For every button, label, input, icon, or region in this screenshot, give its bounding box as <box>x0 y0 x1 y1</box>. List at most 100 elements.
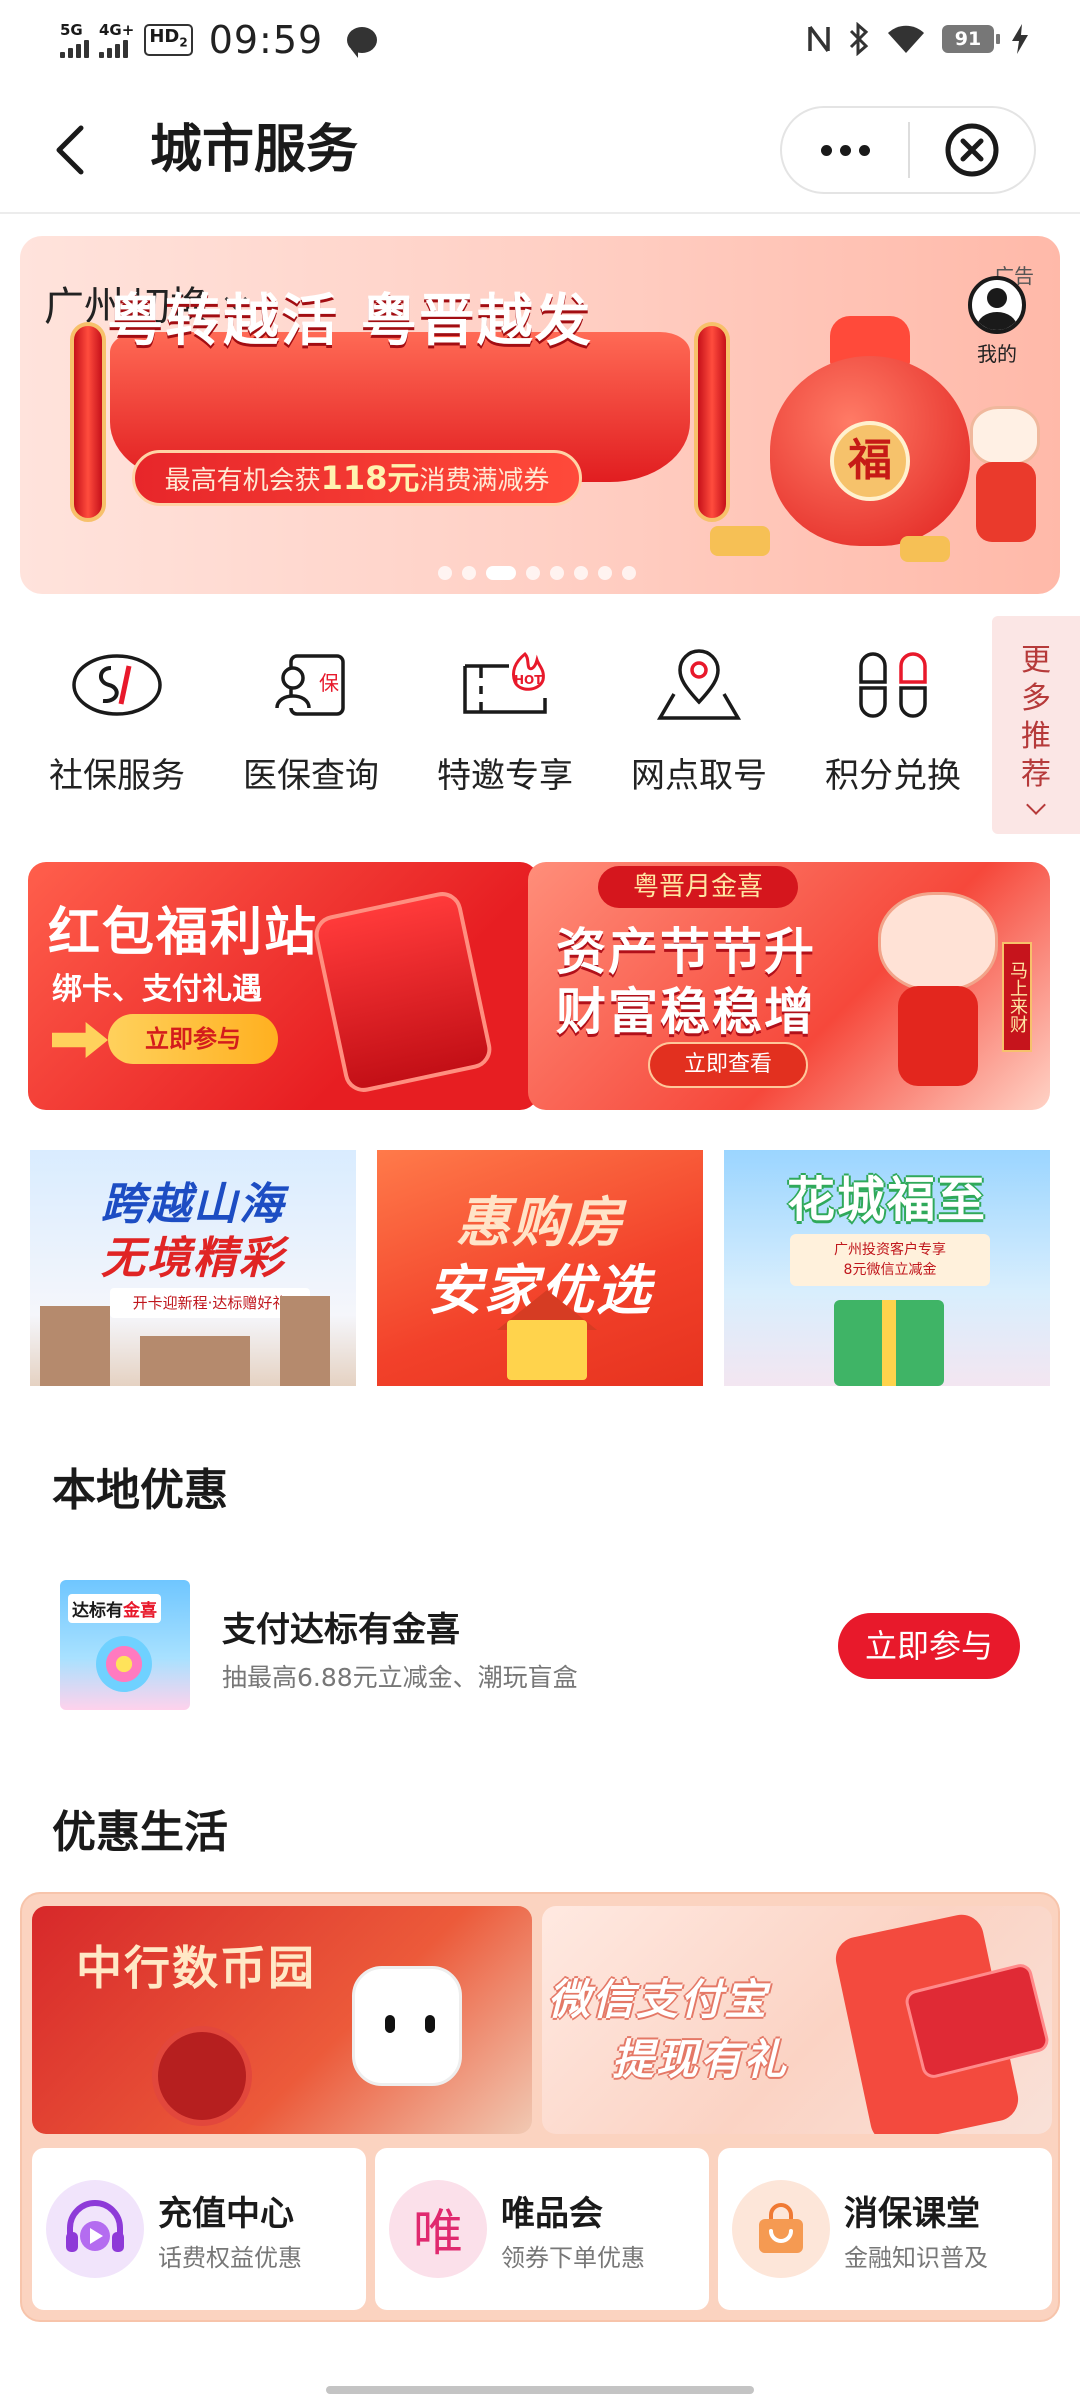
banner-digital-currency-park[interactable]: 中行数币园 <box>32 1906 532 2134</box>
hd-voice-icon: HD2 <box>144 24 193 56</box>
tile-home-purchase[interactable]: 惠购房 安家优选 <box>377 1150 703 1386</box>
life-benefits-card: 中行数币园 微信支付宝 提现有礼 充值中心 话费权益优惠 唯 唯品会 领券下单优… <box>20 1892 1060 2322</box>
section-title-local-offers: 本地优惠 <box>52 1465 228 1516</box>
promo-wealth[interactable]: 粤晋月金喜 资产节节升 财富稳稳增 立即查看 马上来财 <box>528 862 1050 1110</box>
more-recommend-char: 多 <box>1021 681 1051 716</box>
banner-headline: 粤转越活 粤晋越发 <box>107 289 593 354</box>
signal-4g: 4G+ <box>99 22 134 58</box>
points-exchange-icon <box>843 640 943 730</box>
tile-subtitle: 无境精彩 <box>101 1233 285 1284</box>
mine-label: 我的 <box>977 342 1017 366</box>
fortune-sign: 马上来财 <box>1002 942 1032 1052</box>
page-title: 城市服务 <box>150 120 359 180</box>
nfc-icon <box>808 25 830 53</box>
landmark-illustration <box>40 1306 110 1386</box>
play-headphones-icon <box>46 2180 144 2278</box>
coin-illustration <box>152 2026 252 2126</box>
carousel-dot <box>526 566 540 580</box>
lucky-bag-illustration: 福 <box>770 316 970 546</box>
join-now-button[interactable]: 立即参与 <box>838 1613 1020 1679</box>
banner-title: 中行数币园 <box>76 1941 316 1995</box>
social-security-icon <box>67 640 167 730</box>
card-title: 消保课堂 <box>844 2194 980 2234</box>
tile-flower-city[interactable]: 花城福至 广州投资客户专享 8元微信立减金 <box>724 1150 1050 1386</box>
shopping-bag-icon <box>732 2180 830 2278</box>
network-type-label: 4G+ <box>99 21 135 39</box>
service-label: 积分兑换 <box>825 756 961 796</box>
chevron-left-icon <box>56 125 84 175</box>
promo-red-packet-station[interactable]: 红包福利站 绑卡、支付礼遇 立即参与 <box>28 862 538 1110</box>
arrow-right-icon <box>52 1022 108 1058</box>
user-avatar-icon <box>968 276 1026 334</box>
clock: 09:59 <box>208 18 324 62</box>
ox-mascot <box>868 882 1008 1092</box>
bluetooth-icon <box>849 22 869 56</box>
carousel-dot-active <box>486 566 516 580</box>
join-now-button[interactable]: 立即参与 <box>108 1014 278 1064</box>
service-label: 网点取号 <box>631 756 767 796</box>
miniapp-capsule <box>780 106 1036 194</box>
promo-subtitle: 绑卡、支付礼遇 <box>52 972 262 1007</box>
vipshop-logo-icon: 唯 <box>389 2180 487 2278</box>
banner-withdraw-gift[interactable]: 微信支付宝 提现有礼 <box>542 1906 1052 2134</box>
tile-travel[interactable]: 跨越山海 无境精彩 开卡迎新程·达标赠好礼 <box>30 1150 356 1386</box>
card-title: 唯品会 <box>501 2194 603 2234</box>
my-profile-button[interactable]: 我的 <box>962 276 1032 367</box>
view-now-button[interactable]: 立即查看 <box>648 1042 808 1088</box>
more-recommend-tab[interactable]: 更 多 推 荐 <box>992 616 1080 834</box>
card-subtitle: 领券下单优惠 <box>501 2244 645 2272</box>
carousel-dot <box>438 566 452 580</box>
card-title: 充值中心 <box>158 2194 294 2234</box>
title-bar: 城市服务 <box>0 94 1080 214</box>
carousel-indicator <box>438 566 636 580</box>
offer-description: 抽最高6.88元立减金、潮玩盲盒 <box>222 1663 578 1692</box>
recharge-center-card[interactable]: 充值中心 话费权益优惠 <box>32 2148 366 2310</box>
service-branch-queue[interactable]: 网点取号 <box>602 640 796 820</box>
carousel-dot <box>598 566 612 580</box>
service-social-security[interactable]: 社保服务 <box>20 640 214 820</box>
local-offer-item[interactable]: 达标有金喜 支付达标有金喜 抽最高6.88元立减金、潮玩盲盒 立即参与 <box>60 1580 1020 1710</box>
vipshop-card[interactable]: 唯 唯品会 领券下单优惠 <box>375 2148 709 2310</box>
status-right: 91 <box>806 22 1030 56</box>
service-medical-insurance[interactable]: 保 医保查询 <box>214 640 408 820</box>
svg-text:保: 保 <box>319 671 339 695</box>
carousel-dot <box>622 566 636 580</box>
home-indicator[interactable] <box>326 2386 754 2394</box>
more-recommend-char: 荐 <box>1021 757 1051 792</box>
banner-subtitle: 最高有机会获118元消费满减券 <box>132 450 582 506</box>
carousel-dot <box>462 566 476 580</box>
carousel-dot <box>550 566 564 580</box>
more-recommend-char: 推 <box>1021 719 1051 754</box>
chevron-down-icon <box>1026 795 1046 815</box>
back-button[interactable] <box>40 120 100 180</box>
gold-coins <box>900 536 950 562</box>
service-points-exchange[interactable]: 积分兑换 <box>796 640 990 820</box>
service-special-invite[interactable]: HOT 特邀专享 <box>408 640 602 820</box>
location-pin-icon <box>649 640 749 730</box>
banner-title: 微信支付宝 <box>548 1975 769 2024</box>
network-type-label: 5G <box>60 21 83 39</box>
landmark-illustration <box>280 1296 330 1386</box>
more-options-button[interactable] <box>782 108 908 192</box>
tile-title: 花城福至 <box>786 1172 987 1228</box>
gold-ingot <box>710 526 770 556</box>
message-notification-icon <box>347 27 378 58</box>
promo-title: 红包福利站 <box>48 903 319 963</box>
status-bar: 5G 4G+ HD2 09:59 91 <box>0 0 1080 84</box>
ox-mascot <box>960 406 1050 556</box>
main-banner[interactable]: 广州 切换 粤转越活 粤晋越发 最高有机会获118元消费满减券 福 广告 我的 <box>20 236 1060 594</box>
hot-ticket-icon: HOT <box>455 640 555 730</box>
close-miniapp-button[interactable] <box>910 108 1034 192</box>
tile-note: 广州投资客户专享 8元微信立减金 <box>790 1234 990 1286</box>
wifi-icon <box>888 25 924 53</box>
medical-insurance-icon: 保 <box>261 640 361 730</box>
promo-line2: 财富稳稳增 <box>556 983 816 1041</box>
banner-subtitle: 提现有礼 <box>612 2035 789 2084</box>
service-label: 社保服务 <box>49 756 185 796</box>
promo-cap: 粤晋月金喜 <box>598 866 798 908</box>
svg-text:HOT: HOT <box>514 673 543 687</box>
carousel-dot <box>574 566 588 580</box>
battery-indicator: 91 <box>942 25 1000 53</box>
landmark-illustration <box>140 1336 250 1386</box>
consumer-protection-card[interactable]: 消保课堂 金融知识普及 <box>718 2148 1052 2310</box>
